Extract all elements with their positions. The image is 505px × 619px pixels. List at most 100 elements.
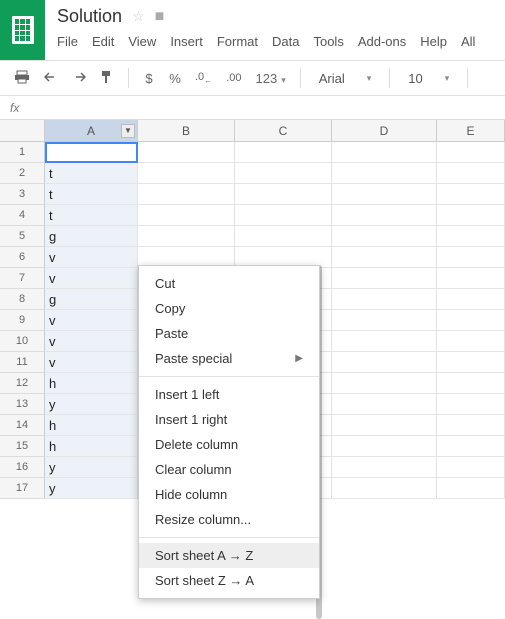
cell-D8[interactable] [332,289,437,310]
cell-D13[interactable] [332,394,437,415]
cell-A5[interactable]: g [45,226,138,247]
cell-A2[interactable]: t [45,163,138,184]
menu-item-clear-column[interactable]: Clear column [139,457,319,482]
cell-D5[interactable] [332,226,437,247]
cell-B1[interactable] [138,142,235,163]
column-header-E[interactable]: E [437,120,505,142]
menu-item-hide-column[interactable]: Hide column [139,482,319,507]
cell-E4[interactable] [437,205,505,226]
column-menu-arrow-icon[interactable]: ▼ [121,124,135,138]
cell-A8[interactable]: g [45,289,138,310]
cell-A15[interactable]: h [45,436,138,457]
font-family-select[interactable]: Arial▾ [311,71,380,86]
cell-A12[interactable]: h [45,373,138,394]
row-header[interactable]: 3 [0,184,45,205]
cell-D4[interactable] [332,205,437,226]
menu-view[interactable]: View [128,34,156,49]
cell-D12[interactable] [332,373,437,394]
cell-E16[interactable] [437,457,505,478]
cell-A13[interactable]: y [45,394,138,415]
menu-edit[interactable]: Edit [92,34,114,49]
number-format[interactable]: 123▾ [251,67,289,90]
column-header-C[interactable]: C [235,120,332,142]
cell-D9[interactable] [332,310,437,331]
cell-E3[interactable] [437,184,505,205]
cell-D6[interactable] [332,247,437,268]
row-header[interactable]: 8 [0,289,45,310]
font-size-select[interactable]: 10▾ [400,71,457,86]
increase-decimal[interactable]: .00 [222,68,245,88]
cell-E15[interactable] [437,436,505,457]
cell-A3[interactable]: t [45,184,138,205]
menu-format[interactable]: Format [217,34,258,49]
cell-B4[interactable] [138,205,235,226]
cell-D7[interactable] [332,268,437,289]
undo-icon[interactable] [40,67,62,90]
cell-C4[interactable] [235,205,332,226]
app-logo[interactable] [0,0,45,60]
cell-A7[interactable]: v [45,268,138,289]
cell-A6[interactable]: v [45,247,138,268]
menu-item-paste[interactable]: Paste [139,321,319,346]
cell-A16[interactable]: y [45,457,138,478]
row-header[interactable]: 2 [0,163,45,184]
cell-C3[interactable] [235,184,332,205]
menu-item-insert-1-left[interactable]: Insert 1 left [139,382,319,407]
cell-E8[interactable] [437,289,505,310]
cell-E14[interactable] [437,415,505,436]
cell-D2[interactable] [332,163,437,184]
row-header[interactable]: 14 [0,415,45,436]
menu-addons[interactable]: Add-ons [358,34,406,49]
menu-help[interactable]: Help [420,34,447,49]
cell-C1[interactable] [235,142,332,163]
row-header[interactable]: 10 [0,331,45,352]
menu-data[interactable]: Data [272,34,299,49]
decrease-decimal[interactable]: .0← [191,67,216,89]
menu-item-delete-column[interactable]: Delete column [139,432,319,457]
cell-D17[interactable] [332,478,437,499]
cell-A14[interactable]: h [45,415,138,436]
cell-E1[interactable] [437,142,505,163]
print-icon[interactable] [10,66,34,91]
row-header[interactable]: 13 [0,394,45,415]
format-currency[interactable]: $ [139,67,159,90]
row-header[interactable]: 12 [0,373,45,394]
cell-A1[interactable] [45,142,138,163]
cell-D15[interactable] [332,436,437,457]
cell-C2[interactable] [235,163,332,184]
cell-E17[interactable] [437,478,505,499]
cell-B3[interactable] [138,184,235,205]
row-header[interactable]: 17 [0,478,45,499]
menu-tools[interactable]: Tools [313,34,343,49]
menu-all[interactable]: All [461,34,475,49]
cell-D16[interactable] [332,457,437,478]
menu-insert[interactable]: Insert [170,34,203,49]
row-header[interactable]: 1 [0,142,45,163]
row-header[interactable]: 15 [0,436,45,457]
cell-E7[interactable] [437,268,505,289]
cell-E11[interactable] [437,352,505,373]
cell-D11[interactable] [332,352,437,373]
menu-item-cut[interactable]: Cut [139,271,319,296]
menu-item-copy[interactable]: Copy [139,296,319,321]
cell-A4[interactable]: t [45,205,138,226]
cell-E12[interactable] [437,373,505,394]
cell-A11[interactable]: v [45,352,138,373]
row-header[interactable]: 7 [0,268,45,289]
cell-B2[interactable] [138,163,235,184]
menu-file[interactable]: File [57,34,78,49]
star-icon[interactable]: ☆ [132,8,145,25]
cell-C5[interactable] [235,226,332,247]
cell-E2[interactable] [437,163,505,184]
cell-D3[interactable] [332,184,437,205]
select-all-corner[interactable] [0,120,45,142]
cell-A17[interactable]: y [45,478,138,499]
document-title[interactable]: Solution [57,6,122,27]
formula-bar[interactable]: fx [0,96,505,120]
row-header[interactable]: 16 [0,457,45,478]
cell-E13[interactable] [437,394,505,415]
menu-item-paste-special[interactable]: Paste special▶ [139,346,319,371]
row-header[interactable]: 6 [0,247,45,268]
row-header[interactable]: 9 [0,310,45,331]
cell-E6[interactable] [437,247,505,268]
